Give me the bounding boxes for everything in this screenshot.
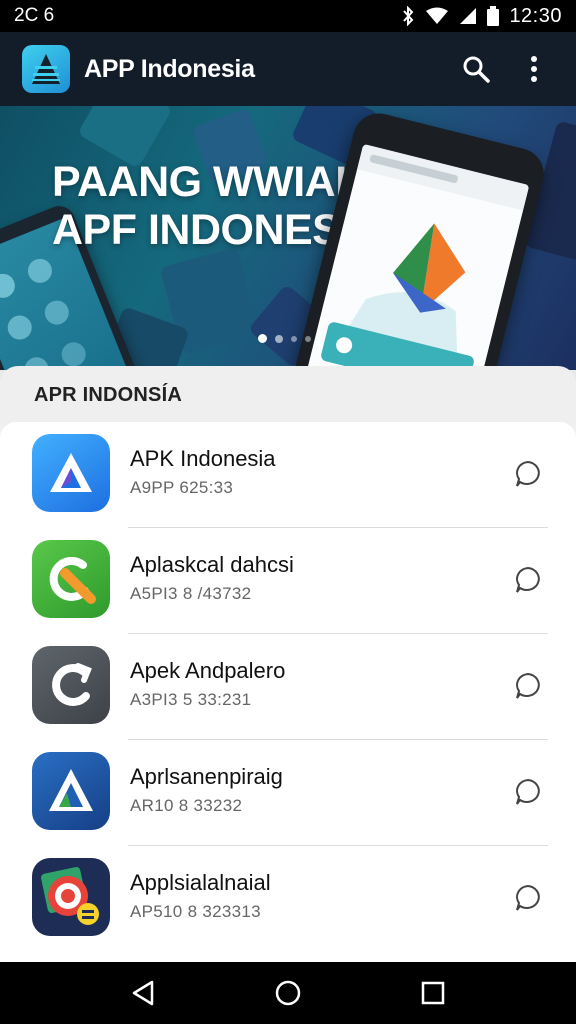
app-name: Aplaskcal dahcsi bbox=[130, 552, 294, 577]
comment-button[interactable] bbox=[512, 670, 544, 702]
list-item[interactable]: Aprlsanenpiraig AR10 8 33232 bbox=[0, 740, 576, 846]
app-name: APK Indonesia bbox=[130, 446, 276, 471]
signal-icon bbox=[460, 8, 477, 24]
comment-icon bbox=[516, 460, 540, 487]
list-item[interactable]: Apek Andpalero A3PI3 5 33:231 bbox=[0, 634, 576, 740]
triangle-logo-icon bbox=[32, 434, 110, 512]
comment-button[interactable] bbox=[512, 882, 544, 914]
comment-icon bbox=[516, 884, 540, 911]
page-dot[interactable] bbox=[275, 334, 283, 343]
app-subtitle: AP510 8 323313 bbox=[130, 902, 261, 921]
status-left: 2C 6 bbox=[14, 5, 54, 27]
back-button[interactable] bbox=[121, 971, 165, 1015]
search-button[interactable] bbox=[456, 49, 496, 89]
app-name: Aprlsanenpiraig bbox=[130, 764, 283, 789]
status-right: 12:30 bbox=[401, 5, 562, 28]
list-item[interactable]: Aplaskcal dahcsi A5PI3 8 /43732 bbox=[0, 528, 576, 634]
app-name: Applsialalnaial bbox=[130, 870, 271, 895]
recents-icon bbox=[422, 981, 445, 1005]
page-dot[interactable] bbox=[291, 335, 297, 342]
notification-text: 2C 6 bbox=[14, 5, 55, 26]
app-subtitle: A3PI3 5 33:231 bbox=[130, 690, 252, 709]
clock: 12:30 bbox=[509, 4, 562, 27]
target-logo-icon bbox=[32, 858, 110, 936]
page-dot-active[interactable] bbox=[258, 334, 267, 343]
status-bar: 2C 6 12:30 bbox=[0, 0, 576, 32]
home-button[interactable] bbox=[266, 971, 310, 1015]
comment-icon bbox=[516, 566, 540, 593]
more-options-button[interactable] bbox=[514, 49, 554, 89]
comment-button[interactable] bbox=[512, 776, 544, 808]
app-subtitle: A5PI3 8 /43732 bbox=[130, 584, 252, 603]
app-name: Apek Andpalero bbox=[130, 658, 286, 683]
comment-icon bbox=[516, 778, 540, 805]
recents-button[interactable] bbox=[411, 971, 455, 1015]
bluetooth-icon bbox=[403, 6, 414, 26]
more-vert-icon bbox=[531, 56, 537, 82]
screen: 2C 6 12:30 APP Indonesia PAANG WWIAK APF… bbox=[0, 0, 576, 1024]
grey-c-logo-icon bbox=[32, 646, 110, 724]
back-icon bbox=[132, 980, 153, 1006]
app-list-card: APR INDONSÍA APK Indonesia A9PP 625:33 A… bbox=[0, 366, 576, 966]
app-subtitle: A9PP 625:33 bbox=[130, 478, 234, 497]
app-subtitle: AR10 8 33232 bbox=[130, 796, 243, 815]
battery-icon bbox=[487, 6, 500, 26]
page-dot[interactable] bbox=[305, 335, 311, 342]
app-title: APP Indonesia bbox=[84, 54, 255, 83]
promo-banner[interactable]: PAANG WWIAK APF INDONESIA bbox=[0, 106, 576, 370]
system-nav-bar bbox=[0, 962, 576, 1024]
app-list: APK Indonesia A9PP 625:33 Aplaskcal dahc… bbox=[0, 422, 576, 966]
section-title: APR INDONSÍA bbox=[34, 384, 182, 406]
list-item[interactable]: APK Indonesia A9PP 625:33 bbox=[0, 422, 576, 528]
search-icon bbox=[463, 56, 490, 83]
comment-button[interactable] bbox=[512, 564, 544, 596]
comment-button[interactable] bbox=[512, 458, 544, 490]
blue-a-logo-icon bbox=[32, 752, 110, 830]
wifi-icon bbox=[426, 7, 449, 24]
app-bar: APP Indonesia bbox=[0, 32, 576, 106]
home-icon bbox=[275, 980, 301, 1006]
banner-pagination bbox=[258, 334, 311, 343]
comment-icon bbox=[516, 672, 540, 699]
banner-line-1: PAANG WWIAK bbox=[52, 158, 366, 206]
green-c-logo-icon bbox=[32, 540, 110, 618]
list-item[interactable]: Applsialalnaial AP510 8 323313 bbox=[0, 846, 576, 952]
app-logo-icon bbox=[22, 45, 70, 93]
